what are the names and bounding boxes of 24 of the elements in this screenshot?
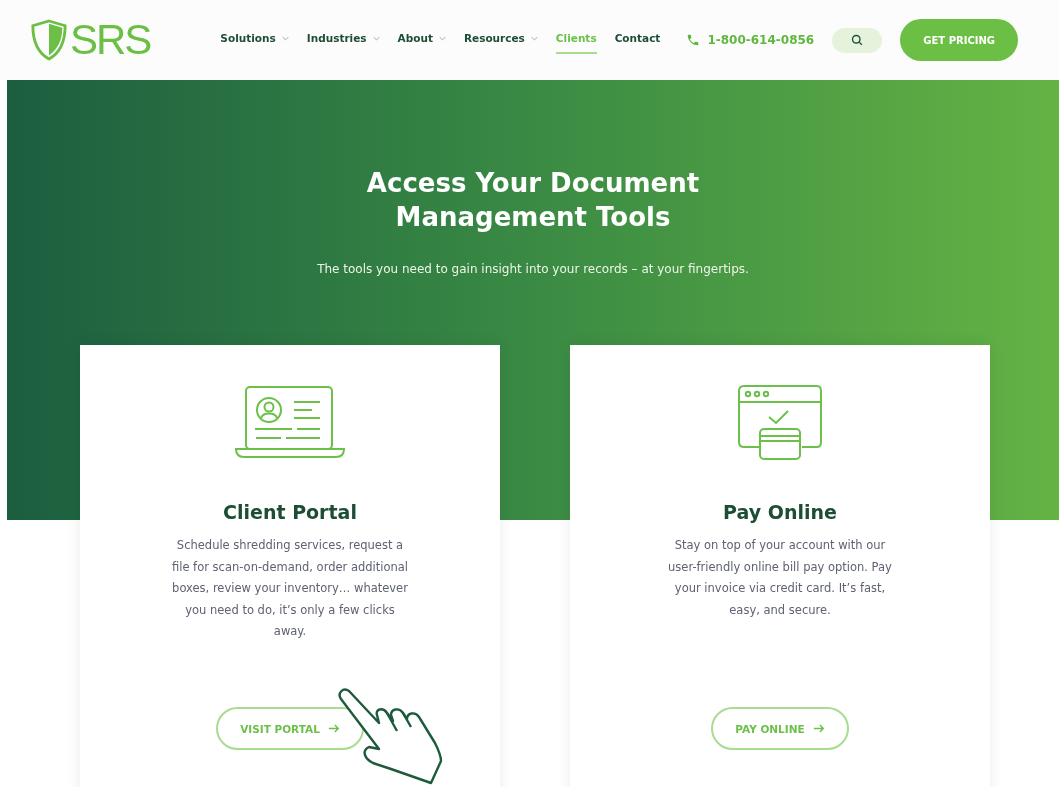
search-button[interactable] (832, 27, 883, 53)
card-title: Client Portal (223, 501, 357, 523)
nav-link[interactable]: Solutions (220, 26, 289, 54)
laptop-profile-icon (234, 385, 346, 461)
card-button[interactable]: VISIT PORTAL (216, 707, 364, 750)
get-pricing-button[interactable]: GET PRICING (900, 19, 1019, 61)
nav-link[interactable]: Resources (463, 26, 538, 54)
hero-subtitle: The tools you need to gain insight into your records – at your fingertips. (317, 262, 749, 276)
nav-link[interactable]: Industries (306, 26, 380, 54)
card-description: Schedule shredding services, request a file for scan-on-demand, order additional boxes, review your inventory… whatever you need to do, it’s only a few clicks away. (170, 537, 410, 640)
arrow-right-icon (812, 724, 825, 733)
hero-title: Access Your Document Management Tools (365, 167, 701, 234)
nav-link[interactable]: Contact (614, 26, 661, 54)
nav-link[interactable]: About (397, 26, 446, 54)
arrow-right-icon (327, 724, 340, 733)
phone-icon (686, 33, 701, 47)
shield-icon (30, 19, 68, 61)
logo-text[interactable]: SRS (70, 19, 151, 61)
card-description: Stay on top of your account with our user-friendly online bill pay option. Pay your invoice via credit card. It’s fast, easy, and secure. (667, 537, 893, 619)
card-button[interactable]: PAY ONLINE (711, 707, 849, 750)
card-title: Pay Online (723, 501, 837, 523)
search-icon (851, 34, 864, 46)
nav-link[interactable]: Clients (555, 26, 597, 54)
phone-link[interactable]: 1-800-614-0856 (686, 33, 815, 47)
